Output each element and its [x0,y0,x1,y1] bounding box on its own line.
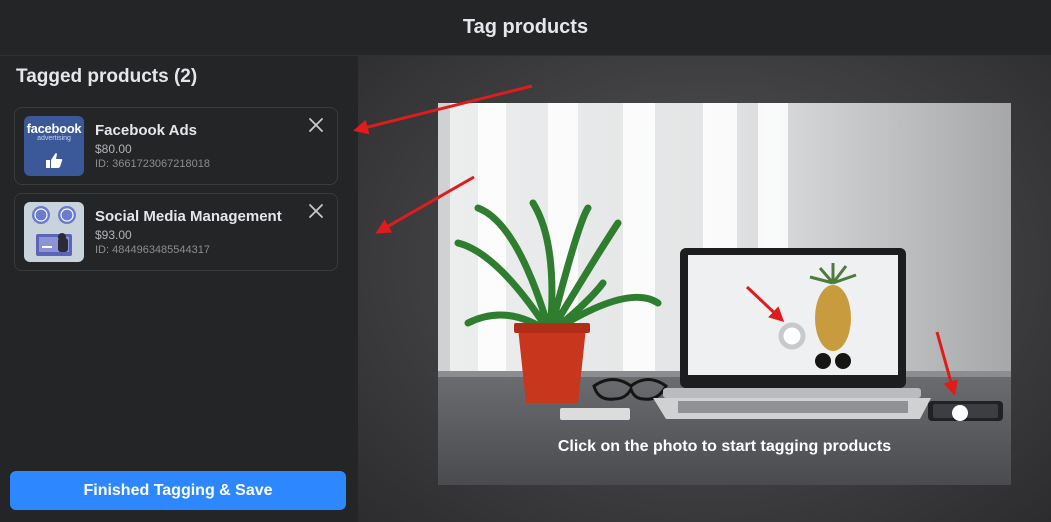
social-media-management-thumbnail [24,202,84,262]
product-price: $80.00 [95,142,132,156]
product-name: Social Media Management [95,208,282,225]
facebook-logo-text: facebook [26,121,82,136]
dialog-title: Tag products [462,16,589,38]
dialog-header: Tag products [0,0,1051,56]
tagged-products-panel: Tagged products (2) facebook advertising… [0,56,357,522]
advertising-logo-text: advertising [37,135,71,142]
product-name: Facebook Ads [95,122,197,139]
tagged-product-card[interactable]: facebook advertising Facebook Ads $80.00… [14,107,338,185]
product-id: ID: 4844963485544317 [95,244,210,256]
product-photo[interactable] [438,103,1011,485]
tag-marker-ring[interactable] [778,322,806,350]
thumbs-up-icon [46,153,63,168]
remove-tag-close-icon[interactable] [307,116,325,134]
finished-tagging-save-button[interactable]: Finished Tagging & Save [10,471,346,510]
tag-marker-dot[interactable] [952,405,968,421]
tagged-products-heading: Tagged products (2) [16,66,198,87]
product-price: $93.00 [95,228,132,242]
tagging-hint-text: Click on the photo to start tagging prod… [557,438,892,455]
remove-tag-close-icon[interactable] [307,202,325,220]
facebook-ads-thumbnail: facebook advertising [24,116,84,176]
product-id: ID: 3661723067218018 [95,158,210,170]
tagged-product-card[interactable]: Social Media Management $93.00 ID: 48449… [14,193,338,271]
social-media-illustration-icon [24,202,84,262]
